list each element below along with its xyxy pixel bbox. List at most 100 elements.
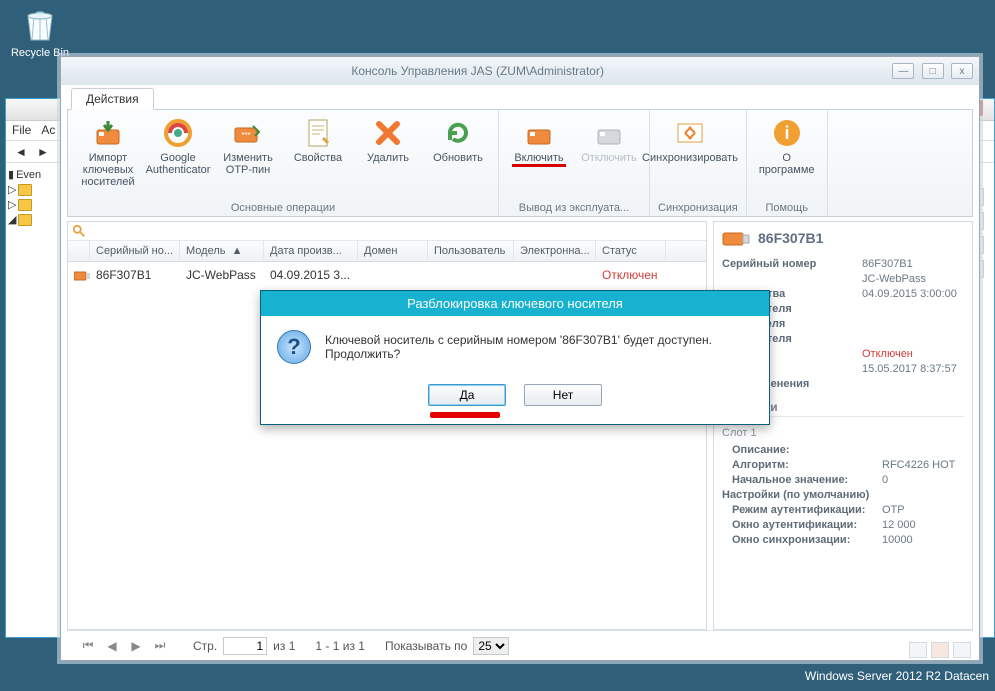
- ribbon-enable-button[interactable]: Включить: [507, 114, 571, 200]
- table-col[interactable]: Серийный но...: [90, 241, 180, 261]
- slot-prop: Алгоритм:RFC4226 HOT: [732, 459, 964, 471]
- view-btn-3[interactable]: [953, 642, 971, 658]
- cell-date: 04.09.2015 3...: [264, 265, 358, 285]
- ribbon-label: Включить: [514, 152, 563, 164]
- bg-tree-root[interactable]: Even: [16, 169, 41, 181]
- pager-of: из 1: [273, 639, 295, 653]
- detail-prop: Серийный номер86F307B1: [722, 258, 964, 270]
- ribbon-group-label: Синхронизация: [658, 200, 738, 214]
- usb-key-icon: [722, 228, 750, 248]
- prop-value: OTP: [882, 504, 905, 516]
- os-watermark: Windows Server 2012 R2 Datacen: [805, 669, 989, 683]
- search-icon: [72, 224, 86, 238]
- prop-value: 15.05.2017 8:37:57: [862, 363, 957, 375]
- bg-menu-action[interactable]: Ac: [41, 123, 55, 138]
- pager-show-select[interactable]: 25: [473, 637, 509, 655]
- prop-value: 10000: [882, 534, 913, 546]
- pager-page-input[interactable]: [223, 637, 267, 655]
- cell-domain: [358, 265, 428, 285]
- ribbon-label: Свойства: [294, 152, 342, 164]
- svg-text:i: i: [784, 123, 789, 143]
- ribbon-label: Обновить: [433, 152, 483, 164]
- cell-status: Отключен: [596, 265, 666, 285]
- search-bar[interactable]: [68, 222, 706, 241]
- bg-menu-file[interactable]: File: [12, 123, 31, 138]
- ribbon-import-button[interactable]: Импорт ключевыхносителей: [76, 114, 140, 200]
- table-row[interactable]: 86F307B1JC-WebPass04.09.2015 3...Отключе…: [68, 262, 706, 288]
- prop-key: Описание:: [732, 444, 882, 456]
- win-close-button[interactable]: x: [951, 63, 973, 79]
- table-col[interactable]: Пользователь: [428, 241, 514, 261]
- table-col-icon[interactable]: [68, 241, 90, 261]
- ribbon-label: О программе: [757, 152, 817, 176]
- settings-prop: Окно синхронизации:10000: [732, 534, 964, 546]
- table-col[interactable]: Дата произв...: [264, 241, 358, 261]
- pager-prev[interactable]: ◀: [103, 639, 121, 653]
- settings-title: Настройки (по умолчанию): [722, 489, 869, 501]
- settings-prop: Режим аутентификации:OTP: [732, 504, 964, 516]
- prop-key: Окно синхронизации:: [732, 534, 882, 546]
- table-col[interactable]: Электронна...: [514, 241, 596, 261]
- view-mode-buttons: [909, 642, 971, 658]
- slot-prop: Описание:: [732, 444, 964, 456]
- bg-tree[interactable]: ▮Even ▷ ▷ ◢: [6, 163, 61, 631]
- enable-icon: [522, 116, 556, 150]
- annotation-scribble: [430, 412, 500, 418]
- details-panel: 86F307B1 Серийный номер86F307B1 JC-WebPas…: [713, 221, 973, 630]
- disable-icon: [592, 116, 626, 150]
- recycle-bin[interactable]: Recycle Bin: [10, 4, 70, 59]
- view-btn-1[interactable]: [909, 642, 927, 658]
- unlock-dialog: Разблокировка ключевого носителя ? Ключе…: [260, 290, 770, 425]
- svg-text:***: ***: [241, 131, 250, 140]
- prop-value: RFC4226 HOT: [882, 459, 955, 471]
- table-col[interactable]: Статус: [596, 241, 666, 261]
- ribbon-about-button[interactable]: i О программе: [755, 114, 819, 200]
- recycle-bin-icon: [20, 4, 60, 44]
- view-btn-2[interactable]: [931, 642, 949, 658]
- folder-icon: [18, 214, 32, 226]
- ribbon-gauth-button[interactable]: GoogleAuthenticator: [146, 114, 210, 200]
- slot-title: Слот 1: [722, 427, 964, 441]
- tab-actions[interactable]: Действия: [71, 88, 154, 110]
- detail-prop: JC-WebPass: [722, 273, 964, 285]
- prop-key: Начальное значение:: [732, 474, 882, 486]
- pager-first[interactable]: ⏮: [79, 638, 97, 653]
- win-minimize-button[interactable]: —: [892, 63, 914, 79]
- prop-key: Окно аутентификации:: [732, 519, 882, 531]
- win-maximize-button[interactable]: □: [922, 63, 944, 79]
- fwd-arrow-icon[interactable]: ►: [34, 144, 52, 160]
- ribbon-group-label: Основные операции: [76, 200, 490, 214]
- ribbon-props-button[interactable]: Свойства: [286, 114, 350, 200]
- ribbon-group-label: Вывод из эксплуата...: [507, 200, 641, 214]
- table-col[interactable]: Домен: [358, 241, 428, 261]
- ribbon-label: Удалить: [367, 152, 409, 164]
- ribbon-delete-button[interactable]: Удалить: [356, 114, 420, 200]
- pager-next[interactable]: ▶: [127, 639, 145, 653]
- delete-icon: [371, 116, 405, 150]
- ribbon-otp-button[interactable]: ***ИзменитьOTP-пин: [216, 114, 280, 200]
- ribbon-refresh-button[interactable]: Обновить: [426, 114, 490, 200]
- back-arrow-icon[interactable]: ◄: [12, 144, 30, 160]
- table-col[interactable]: Модель ▲: [180, 241, 264, 261]
- usb-key-icon: [74, 270, 90, 282]
- pager-last[interactable]: ⏭: [151, 638, 169, 653]
- ribbon-sync-button[interactable]: Синхронизировать: [658, 114, 722, 200]
- props-icon: [301, 116, 335, 150]
- jas-title: Консоль Управления JAS (ZUM\Administrato…: [67, 64, 888, 78]
- prop-value: JC-WebPass: [862, 273, 926, 285]
- prop-value: 12 000: [882, 519, 916, 531]
- cell-user: [428, 265, 514, 285]
- prop-value: 86F307B1: [862, 258, 913, 270]
- otp-icon: ***: [231, 116, 265, 150]
- dialog-yes-button[interactable]: Да: [428, 384, 506, 406]
- settings-prop: Окно аутентификации:12 000: [732, 519, 964, 531]
- jas-titlebar[interactable]: Консоль Управления JAS (ZUM\Administrato…: [61, 57, 979, 85]
- ribbon-group-label: Помощь: [755, 200, 819, 214]
- ribbon-label: Синхронизировать: [642, 152, 738, 164]
- dialog-message: Ключевой носитель с серийным номером '86…: [325, 333, 753, 361]
- refresh-icon: [441, 116, 475, 150]
- dialog-no-button[interactable]: Нет: [524, 384, 602, 406]
- ribbon-label: Импорт ключевыхносителей: [78, 152, 138, 188]
- pager-show-label: Показывать по: [385, 639, 467, 653]
- cell-model: JC-WebPass: [180, 265, 264, 285]
